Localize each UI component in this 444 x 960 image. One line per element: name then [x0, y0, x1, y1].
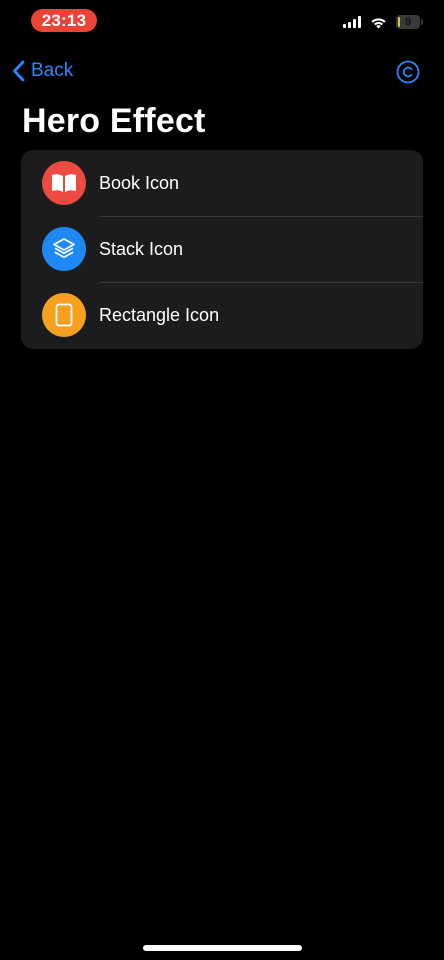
back-label: Back [31, 60, 74, 81]
page-title: Hero Effect [22, 102, 206, 140]
battery-level: 9 [404, 16, 412, 28]
list-item-label: Rectangle Icon [99, 304, 220, 325]
chevron-left-icon [13, 60, 25, 82]
copyright-button[interactable] [396, 60, 420, 84]
list-item-stack[interactable]: Stack Icon [21, 216, 423, 282]
stack-icon [42, 227, 86, 271]
status-indicators: 9 [343, 13, 423, 31]
book-icon [42, 161, 86, 205]
wifi-icon [370, 16, 387, 29]
list-item-book[interactable]: Book Icon [21, 150, 423, 216]
cellular-signal-icon [343, 16, 361, 28]
battery-icon: 9 [396, 15, 423, 29]
list-item-rectangle[interactable]: Rectangle Icon [21, 282, 423, 348]
copyright-icon [396, 60, 420, 84]
list-item-label: Book Icon [99, 172, 180, 193]
rectangle-icon [42, 293, 86, 337]
icon-list: Book Icon Stack Icon Rectangle Icon [21, 150, 423, 349]
home-indicator[interactable] [143, 945, 302, 951]
list-item-label: Stack Icon [99, 238, 184, 259]
status-time: 23:13 [31, 9, 97, 32]
back-button[interactable]: Back [12, 56, 73, 86]
